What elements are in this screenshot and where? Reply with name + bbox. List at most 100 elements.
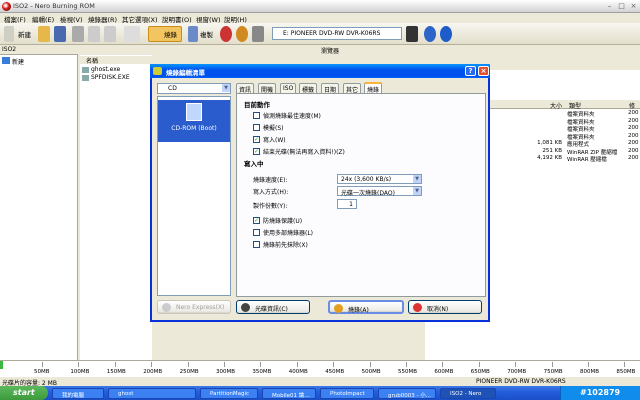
close-button[interactable]: × <box>628 2 639 11</box>
compilation-header: ISO2 <box>0 45 78 55</box>
file-item[interactable]: ghost.exe <box>91 66 120 73</box>
checkbox[interactable] <box>253 241 260 248</box>
checkbox[interactable] <box>253 112 260 119</box>
checkbox[interactable]: ✓ <box>253 136 260 143</box>
taskbar-item[interactable]: Mobile01 論... <box>262 388 316 399</box>
column-size[interactable]: 大小 <box>550 101 562 110</box>
checkbox-label: 防燒錄保護(U) <box>263 218 303 225</box>
new-button[interactable]: 新建 <box>18 29 31 39</box>
disc-info-button[interactable]: 光碟資訊(C) <box>236 300 310 314</box>
tab-strip: 資訊 開機 ISO 標籤 日期 其它 燒錄 <box>236 82 486 94</box>
tab-label[interactable]: 標籤 <box>299 83 318 94</box>
capacity-tick <box>369 362 371 367</box>
browser-header: 瀏覽器 <box>318 45 640 55</box>
window-title: ISO2 - Nero Burning ROM <box>13 2 95 10</box>
drive-select[interactable]: E: PIONEER DVD-RW DVR-K06RS <box>272 27 402 40</box>
tab-iso[interactable]: ISO <box>280 83 297 93</box>
capacity-tick <box>114 362 116 367</box>
start-button[interactable]: start <box>0 386 48 400</box>
paste-icon[interactable] <box>104 26 116 42</box>
tab-date[interactable]: 日期 <box>321 83 340 94</box>
column-type[interactable]: 類型 <box>569 101 581 110</box>
checkbox[interactable] <box>253 229 260 236</box>
copies-input[interactable]: 1 <box>337 199 357 209</box>
file-item[interactable]: SPFDISK.EXE <box>91 74 130 81</box>
nero-express-button: Nero Express(X) <box>157 300 231 314</box>
row-modified: 200 <box>628 125 639 131</box>
burn-now-button[interactable]: 燒錄(A) <box>328 300 404 314</box>
title-bar <box>0 0 640 13</box>
exe-icon <box>82 67 89 73</box>
capacity-tick-label: 150MB <box>106 369 126 375</box>
checkbox-label: 模擬(S) <box>263 125 284 132</box>
row-modified: 200 <box>628 147 639 154</box>
save-icon[interactable] <box>54 26 66 42</box>
cut-icon[interactable] <box>72 26 84 42</box>
column-name[interactable]: 名稱 <box>86 56 98 65</box>
capacity-tick <box>296 362 298 367</box>
row-size: 4,192 KB <box>537 155 562 161</box>
row-modified: 200 <box>628 110 639 116</box>
properties-icon[interactable] <box>124 26 140 42</box>
tab-burn[interactable]: 燒錄 <box>364 82 383 94</box>
maximize-button[interactable]: □ <box>616 2 627 11</box>
nero-express-label: Nero Express(X) <box>176 304 225 311</box>
capacity-tick <box>187 362 189 367</box>
speed-select[interactable]: 24x (3,600 KB/s) ▼ <box>337 174 422 184</box>
dialog-close-button[interactable]: × <box>478 66 489 76</box>
taskbar-item[interactable]: ISO2 - Nero <box>440 388 496 399</box>
section-action: 目前動作 <box>244 101 270 109</box>
taskbar-item[interactable]: PhotoImpact <box>320 388 374 399</box>
taskbar-item[interactable]: ghost <box>108 388 196 399</box>
checkbox[interactable]: ✓ <box>253 148 260 155</box>
tab-boot[interactable]: 開機 <box>258 83 277 94</box>
taskbar-item[interactable]: PartitionMagic <box>200 388 258 399</box>
exe-icon <box>82 75 89 81</box>
tree-root[interactable]: 新建 <box>12 57 24 66</box>
cancel-label: 取消(N) <box>427 306 449 313</box>
capacity-tick <box>515 362 517 367</box>
drive-icon[interactable] <box>406 26 418 42</box>
tab-misc[interactable]: 其它 <box>343 83 362 94</box>
dialog-help-button[interactable]: ? <box>465 66 476 76</box>
capacity-tick-label: 350MB <box>252 369 272 375</box>
capacity-tick <box>260 362 262 367</box>
copy-icon[interactable] <box>88 26 100 42</box>
speed-value: 24x (3,600 KB/s) <box>341 176 392 183</box>
write-method-select[interactable]: 光碟一次燒錄(DAO) ▼ <box>337 186 422 197</box>
capacity-tick <box>588 362 589 367</box>
capacity-tick-label: 500MB <box>361 369 381 375</box>
disc-type-select[interactable]: CD ▼ <box>157 83 231 94</box>
open-icon[interactable] <box>38 26 50 42</box>
capacity-tick-label: 650MB <box>470 369 490 375</box>
taskbar-item[interactable]: grub0003 - 小... <box>378 388 436 399</box>
checkbox[interactable] <box>253 124 260 131</box>
erase-icon[interactable] <box>252 26 264 42</box>
menu-bar: 檔案(F) 編輯(E) 檢視(V) 燒錄器(R) 其它選項(X) 說明書(O) … <box>0 13 640 24</box>
taskbar-item[interactable]: 我的電腦 <box>52 388 104 399</box>
section-writing: 寫入中 <box>244 160 264 168</box>
cancel-button[interactable]: 取消(N) <box>408 300 482 314</box>
copy-disc-label[interactable]: 複製 <box>200 29 213 39</box>
stop-icon[interactable] <box>220 26 232 42</box>
checkbox[interactable]: ✓ <box>253 217 260 224</box>
copy-disc-icon[interactable] <box>188 26 198 42</box>
status-bar: 光碟片的容量: 2 MB PIONEER DVD-RW DVR-K06RS <box>0 377 640 387</box>
help-icon[interactable] <box>440 26 452 42</box>
capacity-tick <box>78 362 80 367</box>
disc-info-icon <box>241 303 250 312</box>
checkbox-label: 使用多部燒錄器(L) <box>263 230 314 237</box>
new-icon <box>4 26 14 42</box>
minimize-button[interactable]: – <box>604 2 615 11</box>
burn-icon <box>334 304 343 313</box>
dialog-title: 燒錄編輯清單 <box>150 64 490 78</box>
eject-icon[interactable] <box>236 26 248 42</box>
checkbox-label: 燒錄前先抹除(X) <box>263 242 308 249</box>
row-modified: 200 <box>628 155 639 161</box>
capacity-used-fill <box>0 361 3 369</box>
info-icon[interactable] <box>424 26 436 42</box>
tab-info[interactable]: 資訊 <box>236 83 255 94</box>
capacity-tick-label: 450MB <box>325 369 345 375</box>
column-modified[interactable]: 修 <box>629 101 635 110</box>
copies-label: 製作份數(Y): <box>253 203 288 210</box>
